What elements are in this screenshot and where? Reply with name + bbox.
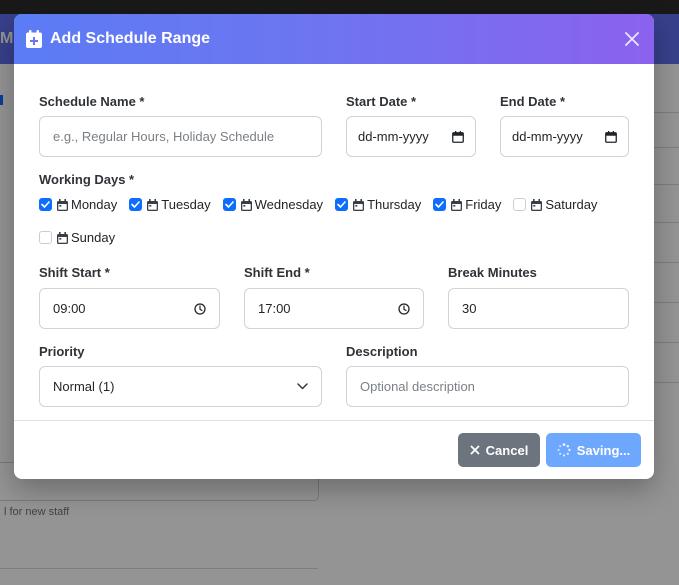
day-label: Monday	[71, 197, 118, 212]
schedule-name-placeholder: e.g., Regular Hours, Holiday Schedule	[53, 129, 275, 144]
shift-end-label: Shift End *	[244, 265, 310, 280]
description-label: Description	[346, 344, 418, 359]
cancel-button-label: Cancel	[485, 442, 529, 458]
spinner-icon	[557, 443, 571, 457]
day-checkbox-saturday[interactable]: Saturday	[513, 197, 597, 212]
chevron-down-icon	[297, 383, 308, 390]
start-date-label: Start Date *	[346, 94, 417, 109]
calendar-picker-icon[interactable]	[605, 130, 617, 143]
checkbox-checked[interactable]	[129, 198, 143, 211]
modal-footer: Cancel Saving...	[14, 420, 654, 479]
break-minutes-label: Break Minutes	[448, 265, 537, 280]
calendar-icon	[57, 231, 68, 244]
break-minutes-input[interactable]: 30	[448, 288, 629, 329]
calendar-icon	[147, 198, 159, 211]
working-days-label: Working Days *	[39, 172, 135, 187]
day-checkbox-wednesday[interactable]: Wednesday	[222, 197, 324, 212]
shift-start-label: Shift Start *	[39, 265, 110, 280]
shift-start-input[interactable]: 09:00	[39, 288, 220, 329]
end-date-input[interactable]: dd-mm-yyyy	[500, 116, 629, 157]
day-checkbox-sunday[interactable]: Sunday	[39, 230, 115, 245]
day-checkbox-monday[interactable]: Monday	[39, 197, 117, 212]
shift-start-value: 09:00	[53, 301, 86, 316]
cancel-button[interactable]: Cancel	[458, 433, 540, 467]
save-button-label: Saving...	[576, 442, 631, 458]
shift-end-value: 17:00	[258, 301, 291, 316]
checkbox-checked[interactable]	[335, 198, 349, 211]
description-input[interactable]: Optional description	[346, 366, 629, 407]
checkbox-checked[interactable]	[39, 198, 52, 211]
day-checkbox-friday[interactable]: Friday	[433, 197, 501, 212]
calendar-icon	[531, 198, 543, 211]
day-label: Thursday	[367, 197, 422, 212]
end-date-label: End Date *	[500, 94, 566, 109]
calendar-icon	[451, 198, 463, 211]
day-label: Tuesday	[161, 197, 211, 212]
priority-label: Priority	[39, 344, 85, 359]
day-checkbox-tuesday[interactable]: Tuesday	[129, 197, 211, 212]
checkbox-unchecked[interactable]	[513, 198, 527, 211]
close-icon	[470, 445, 480, 455]
save-button[interactable]: Saving...	[546, 433, 641, 467]
end-date-placeholder: dd-mm-yyyy	[512, 129, 583, 144]
modal-header: Add Schedule Range	[14, 14, 654, 64]
add-schedule-modal: Add Schedule Range Schedule Name * e.g.,…	[14, 14, 654, 479]
start-date-input[interactable]: dd-mm-yyyy	[346, 116, 476, 157]
day-label: Sunday	[71, 230, 116, 245]
description-placeholder: Optional description	[360, 379, 475, 394]
calendar-icon	[240, 198, 252, 211]
checkbox-checked[interactable]	[222, 198, 236, 211]
checkbox-checked[interactable]	[433, 198, 447, 211]
calendar-plus-icon	[26, 30, 42, 48]
modal-body: Schedule Name * e.g., Regular Hours, Hol…	[14, 64, 654, 420]
close-icon[interactable]	[622, 29, 642, 49]
priority-value: Normal (1)	[53, 379, 115, 394]
day-label: Friday	[465, 197, 502, 212]
working-days-row-1: Monday Tuesday Wednesday Thursday Friday	[39, 197, 609, 212]
schedule-name-input[interactable]: e.g., Regular Hours, Holiday Schedule	[39, 116, 322, 157]
clock-icon[interactable]	[398, 302, 410, 315]
schedule-name-label: Schedule Name *	[39, 94, 145, 109]
working-days-row-2: Sunday	[39, 230, 127, 245]
day-label: Wednesday	[254, 197, 324, 212]
modal-title: Add Schedule Range	[50, 30, 211, 47]
calendar-picker-icon[interactable]	[452, 130, 464, 143]
priority-select[interactable]: Normal (1)	[39, 366, 322, 407]
calendar-icon	[353, 198, 365, 211]
shift-end-input[interactable]: 17:00	[244, 288, 424, 329]
day-label: Saturday	[545, 197, 598, 212]
day-checkbox-thursday[interactable]: Thursday	[335, 197, 421, 212]
clock-icon[interactable]	[194, 302, 206, 315]
break-minutes-value: 30	[462, 301, 477, 316]
calendar-icon	[57, 198, 68, 211]
start-date-placeholder: dd-mm-yyyy	[358, 129, 429, 144]
checkbox-unchecked[interactable]	[39, 231, 52, 244]
